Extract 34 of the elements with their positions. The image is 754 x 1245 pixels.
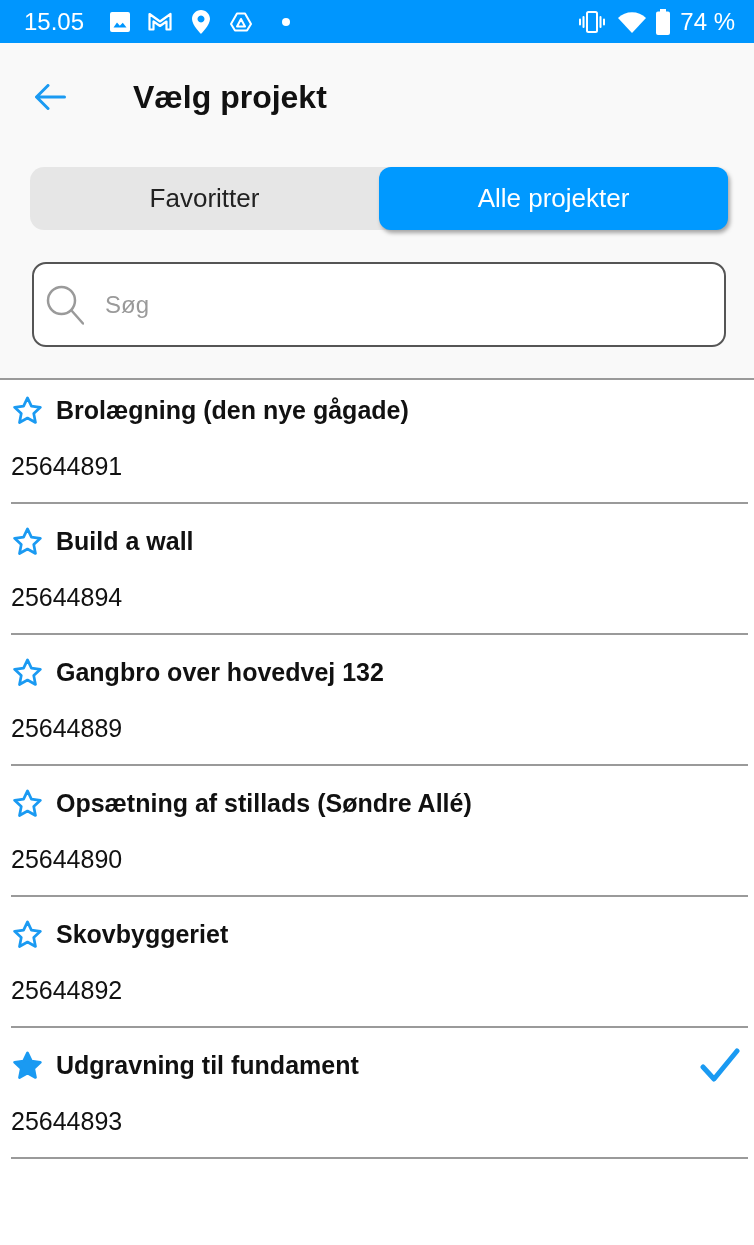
location-pin-icon: [192, 9, 211, 34]
project-number: 25644893: [11, 1107, 123, 1135]
vibrate-icon: [579, 10, 606, 33]
page-title: Vælg projekt: [133, 78, 327, 117]
project-name: Build a wall: [56, 526, 194, 556]
battery-icon: [656, 8, 671, 35]
star-icon[interactable]: [13, 920, 42, 948]
project-name: Skovbyggeriet: [56, 919, 229, 949]
dot-icon: [282, 17, 291, 26]
project-number: 25644892: [11, 976, 123, 1004]
triangle-icon: [230, 11, 253, 32]
status-time: 15.05: [24, 7, 85, 36]
battery-percent: 74 %: [680, 7, 735, 36]
image-icon: [110, 11, 131, 32]
search-field[interactable]: Søg: [32, 262, 726, 347]
project-name: Opsætning af stillads (Søndre Allé): [56, 788, 472, 818]
m-letter-icon: [148, 12, 173, 31]
star-icon[interactable]: [13, 658, 42, 686]
wifi-icon: [618, 10, 647, 33]
project-number: 25644891: [11, 452, 123, 480]
project-name: Brolægning (den nye gågade): [56, 395, 409, 425]
star-icon[interactable]: [13, 527, 42, 555]
project-number: 25644889: [11, 714, 123, 742]
project-name: Udgravning til fundament: [56, 1050, 359, 1080]
tab[interactable]: Favoritter: [30, 167, 379, 230]
back-button[interactable]: [35, 84, 66, 110]
project-number: 25644894: [11, 583, 123, 611]
star-icon[interactable]: [13, 396, 42, 424]
star-icon[interactable]: [13, 789, 42, 817]
project-name: Gangbro over hovedvej 132: [56, 657, 384, 687]
star-icon[interactable]: [13, 1051, 42, 1079]
project-number: 25644890: [11, 845, 123, 873]
search-icon: [46, 285, 84, 325]
back-arrow-icon: [35, 84, 66, 110]
